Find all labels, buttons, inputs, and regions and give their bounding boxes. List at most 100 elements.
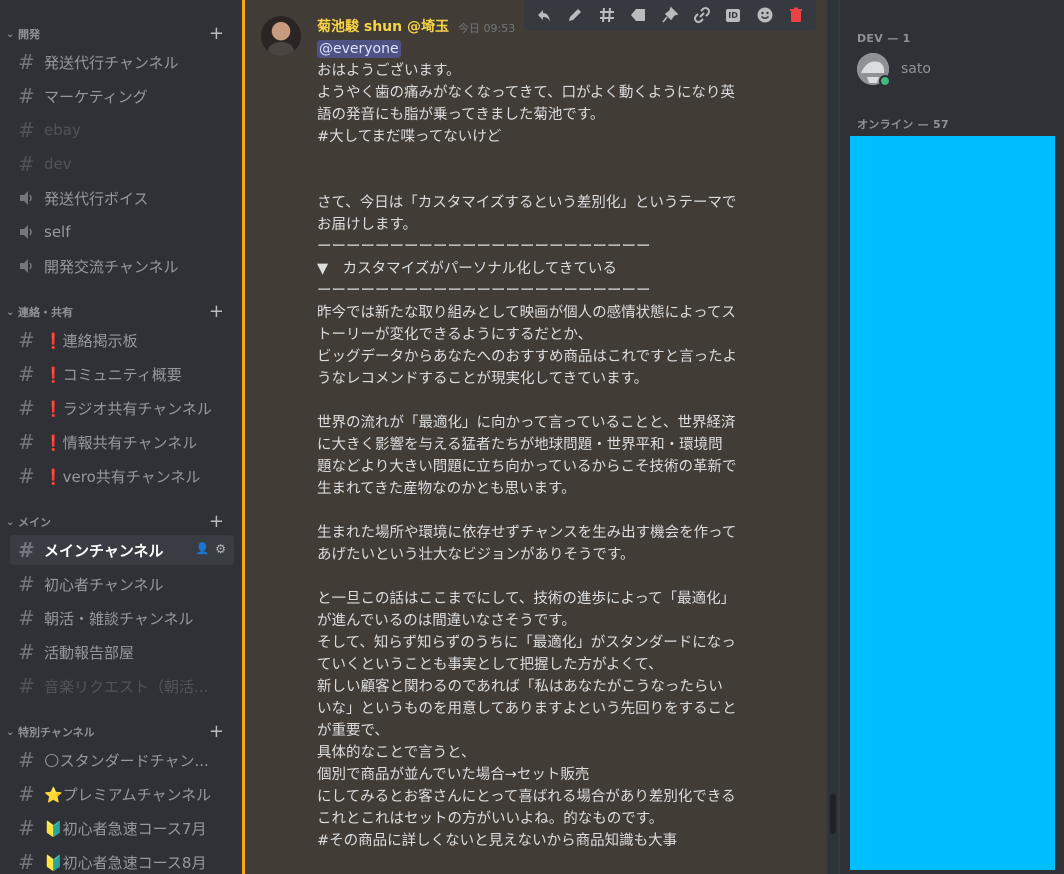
channel-item[interactable]: # dev: [10, 149, 234, 179]
message-line: 世界の流れが「最適化」に向かって言っていることと、世界経済: [317, 415, 736, 431]
hash-icon: #: [18, 606, 35, 630]
message-line: が重要で、: [317, 723, 389, 739]
category-label: 特別チャンネル: [18, 726, 95, 739]
channel-item[interactable]: # 初心者チャンネル: [10, 569, 234, 599]
channel-label: dev: [44, 155, 72, 173]
channel-item[interactable]: 開発交流チャンネル: [10, 251, 234, 281]
member-avatar: [857, 53, 891, 87]
channel-item[interactable]: # ❗ラジオ共有チャンネル: [10, 393, 234, 423]
category-contact-share[interactable]: ⌄ 連絡・共有 +: [6, 301, 224, 322]
channel-item[interactable]: # ❗連絡掲示板: [10, 325, 234, 355]
category-main[interactable]: ⌄ メイン +: [6, 511, 224, 532]
channel-item[interactable]: # ❗コミュニティ概要: [10, 359, 234, 389]
message-timestamp: 今日 09:53: [458, 22, 516, 35]
channel-item[interactable]: # 🔰初心者急速コース7月: [10, 813, 234, 843]
message-line: 生まれた場所や環境に依存せずチャンスを生み出す機会を作って: [317, 525, 737, 541]
category-special[interactable]: ⌄ 特別チャンネル +: [6, 721, 224, 742]
category-dev[interactable]: ⌄ 開発 +: [6, 23, 224, 44]
chevron-down-icon: ⌄: [6, 516, 15, 528]
channel-label: マーケティング: [44, 87, 148, 106]
category-label: メイン: [18, 516, 51, 529]
category-label: 連絡・共有: [18, 306, 73, 319]
message-line: #その商品に詳しくないと見えないから商品知識も大事: [317, 833, 678, 849]
chevron-down-icon: ⌄: [6, 28, 15, 40]
channel-item[interactable]: # ebay: [10, 115, 234, 145]
channel-item[interactable]: self: [10, 217, 234, 247]
gear-icon[interactable]: ⚙: [215, 542, 226, 556]
emoji-icon[interactable]: [754, 4, 776, 26]
channel-item[interactable]: # 発送代行チャンネル: [10, 47, 234, 77]
channel-item[interactable]: # ❗情報共有チャンネル: [10, 427, 234, 457]
edit-icon[interactable]: [564, 4, 586, 26]
channel-label: ❗コミュニティ概要: [44, 365, 182, 384]
everyone-mention[interactable]: @everyone: [317, 40, 401, 58]
invite-icon[interactable]: 👤: [196, 542, 210, 556]
chat-scrollbar[interactable]: [828, 0, 838, 874]
message-line: に大きく影響を与える猛者たちが地球問題・世界平和・環境問: [317, 437, 723, 453]
message-line: [317, 566, 787, 588]
channel-item[interactable]: # 🌕スタンダードチャン...: [10, 745, 234, 775]
channel-item[interactable]: # 活動報告部屋: [10, 637, 234, 667]
hash-icon: #: [18, 464, 35, 488]
message-line: #大してまだ喋ってないけど: [317, 129, 502, 145]
channel-item[interactable]: # 音楽リクエスト（朝活...: [10, 671, 234, 701]
scrollbar-thumb[interactable]: [830, 794, 836, 834]
redacted-member-list: [850, 136, 1055, 870]
message-line: さて、今日は「カスタマイズするという差別化」というテーマで: [317, 195, 737, 211]
channel-item[interactable]: 発送代行ボイス: [10, 183, 234, 213]
message-line: 語の発音にも脂が乗ってきました菊池です。: [317, 107, 605, 123]
add-channel-icon[interactable]: +: [209, 23, 224, 44]
channel-item[interactable]: # 朝活・雑談チャンネル: [10, 603, 234, 633]
channel-item[interactable]: # 🔰初心者急速コース8月: [10, 847, 234, 874]
channel-label: self: [44, 223, 71, 241]
hash-icon: #: [18, 362, 35, 386]
author-avatar[interactable]: [261, 16, 301, 56]
message-toolbar: ID: [524, 0, 816, 30]
reply-icon[interactable]: [533, 4, 555, 26]
hash-icon: #: [18, 396, 35, 420]
delete-icon[interactable]: [785, 4, 807, 26]
thread-icon[interactable]: [596, 4, 618, 26]
message-line: あげたいという壮大なビジョンがありそうです。: [317, 547, 635, 563]
add-channel-icon[interactable]: +: [209, 511, 224, 532]
message-line: 生まれてきた産物なのかとも思います。: [317, 481, 576, 497]
channel-item[interactable]: # マーケティング: [10, 81, 234, 111]
category-label: 開発: [18, 28, 40, 41]
channel-item-active[interactable]: # メインチャンネル 👤 ⚙: [10, 535, 234, 565]
member-group-dev: DEV — 1: [857, 32, 911, 45]
id-icon[interactable]: ID: [722, 4, 744, 26]
channel-label: 初心者チャンネル: [44, 575, 164, 594]
channel-item[interactable]: # ❗vero共有チャンネル: [10, 461, 234, 491]
member-sato[interactable]: sato: [857, 52, 1057, 87]
hash-icon: #: [18, 430, 35, 454]
channel-item[interactable]: # ⭐プレミアムチャンネル: [10, 779, 234, 809]
channel-label: ❗vero共有チャンネル: [44, 467, 201, 486]
message-line: そして、知らず知らずのうちに「最適化」がスタンダードになっ: [317, 635, 736, 651]
message-line: 新しい顧客と関わるのであれば「私はあなたがこうなったらい: [317, 679, 723, 695]
chevron-down-icon: ⌄: [6, 726, 15, 738]
hash-icon: #: [18, 328, 35, 352]
message-line: おはようございます。: [317, 63, 461, 79]
pin-icon[interactable]: [659, 4, 681, 26]
add-channel-icon[interactable]: +: [209, 301, 224, 322]
chat-area: 菊池駿 shun @埼玉 今日 09:53 @everyone おはようございま…: [242, 0, 840, 874]
hash-icon: #: [18, 674, 35, 698]
hash-icon: #: [18, 816, 35, 840]
message-line: ーーーーーーーーーーーーーーーーーーーーーーー: [317, 239, 651, 255]
message-author[interactable]: 菊池駿 shun @埼玉: [317, 16, 449, 36]
link-icon[interactable]: [691, 4, 713, 26]
message-line: 具体的なことで言うと、: [317, 745, 476, 761]
message-body: おはようございます。ようやく歯の痛みがなくなってきて、口がよく動くようになり英語…: [317, 60, 787, 852]
channel-label: ebay: [44, 121, 81, 139]
message-line: ていくということも事実として把握した方がよくて、: [317, 657, 663, 673]
tag-icon[interactable]: [627, 4, 649, 26]
message-line: 昨今では新たな取り組みとして映画が個人の感情状態によってス: [317, 305, 736, 321]
message-line: ビッグデータからあなたへのおすすめ商品はこれですと言ったよ: [317, 349, 738, 365]
member-list: DEV — 1 sato オンライン — 57: [840, 0, 1064, 874]
message-line: ようやく歯の痛みがなくなってきて、口がよく動くようになり英: [317, 85, 735, 101]
message-line: ーーーーーーーーーーーーーーーーーーーーーーー: [317, 283, 651, 299]
add-channel-icon[interactable]: +: [209, 721, 224, 742]
hash-icon: #: [18, 640, 35, 664]
channel-actions: 👤 ⚙: [196, 542, 226, 556]
channel-sidebar: ⌄ 開発 + ⌄ 連絡・共有 + ⌄ メイン + ⌄ 特別チャンネル + # 発送代行チャンネル # マーケテ…: [0, 0, 242, 874]
